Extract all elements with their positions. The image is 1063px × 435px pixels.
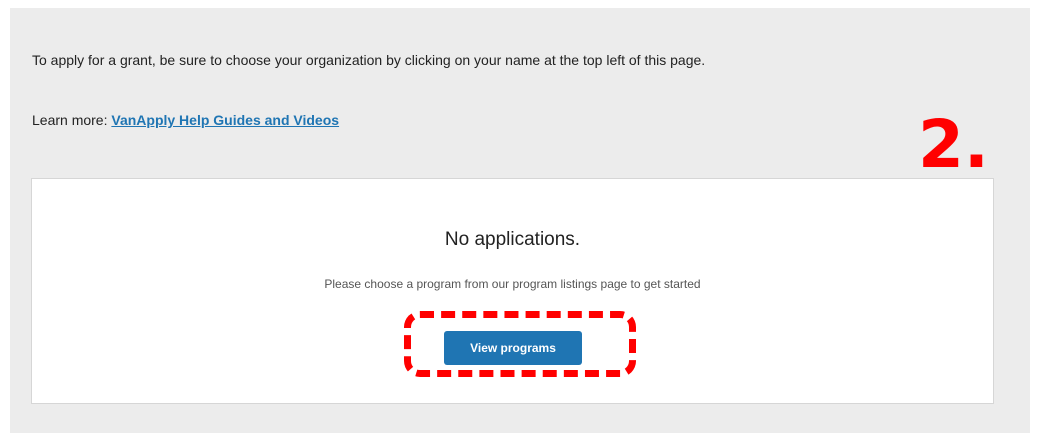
content-panel: To apply for a grant, be sure to choose … — [10, 8, 1030, 433]
empty-state-card: No applications. Please choose a program… — [31, 178, 994, 404]
learn-more-prefix: Learn more: — [32, 112, 112, 128]
learn-more-line: Learn more: VanApply Help Guides and Vid… — [32, 112, 339, 128]
step-number-annotation: 2. — [918, 106, 989, 183]
view-programs-button[interactable]: View programs — [444, 331, 582, 365]
help-guides-link[interactable]: VanApply Help Guides and Videos — [111, 112, 339, 128]
empty-state-title: No applications. — [444, 229, 581, 250]
intro-text: To apply for a grant, be sure to choose … — [32, 52, 706, 68]
empty-state-message: Please choose a program from our program… — [324, 277, 701, 291]
